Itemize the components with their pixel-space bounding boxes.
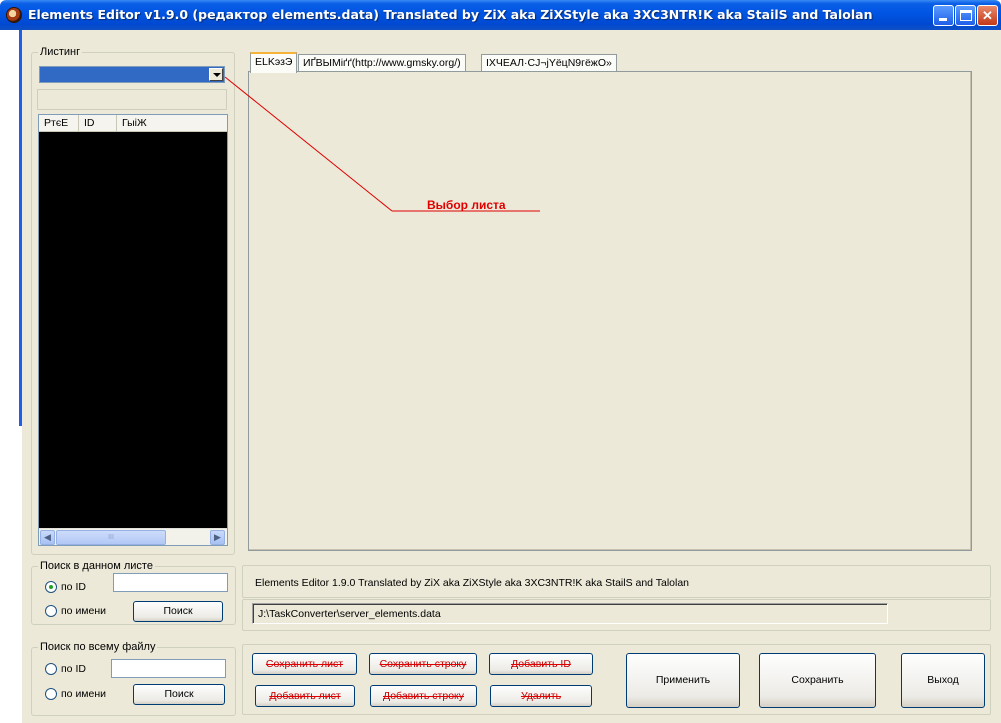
tab-panel xyxy=(248,71,972,551)
search-file-by-id-label[interactable]: по ID xyxy=(61,663,86,675)
app-icon[interactable] xyxy=(6,7,22,23)
scroll-left-icon[interactable]: ◀ xyxy=(40,530,55,545)
apply-button[interactable]: Применить xyxy=(626,653,740,708)
search-sheet-by-name-radio[interactable] xyxy=(45,605,57,617)
search-file-group: Поиск по всему файлу xyxy=(31,641,236,716)
records-list[interactable]: РтєЕ ID ГыіЖ ◀ III ▶ xyxy=(38,114,228,546)
sheet-filter-box xyxy=(37,89,227,110)
search-sheet-label: Поиск в данном листе xyxy=(38,560,155,572)
scroll-right-icon[interactable]: ▶ xyxy=(210,530,225,545)
info-status-box: Elements Editor 1.9.0 Translated by ZiX … xyxy=(242,565,991,598)
window-title: Elements Editor v1.9.0 (редактор element… xyxy=(28,7,873,22)
search-sheet-by-id-label[interactable]: по ID xyxy=(61,581,86,593)
save-sheet-label: Сохранить лист xyxy=(265,658,344,670)
add-sheet-label: Добавить лист xyxy=(269,690,341,702)
maximize-icon xyxy=(960,10,972,21)
tab-gmsky[interactable]: ИҐВЫМіґґ(http://www.gmsky.org/) xyxy=(298,54,466,72)
close-button[interactable]: ✕ xyxy=(977,5,998,26)
add-row-label: Добавить строку xyxy=(382,690,465,702)
search-file-label: Поиск по всему файлу xyxy=(38,641,158,653)
save-row-button[interactable]: Сохранить строку xyxy=(369,653,477,675)
search-sheet-by-name-label[interactable]: по имени xyxy=(61,605,106,617)
column-header-name[interactable]: ГыіЖ xyxy=(117,115,227,132)
sheet-select[interactable] xyxy=(39,66,225,83)
save-sheet-button[interactable]: Сохранить лист xyxy=(252,653,357,675)
add-id-button[interactable]: Добавить ID xyxy=(489,653,593,675)
column-header-type[interactable]: РтєЕ xyxy=(39,115,79,132)
search-sheet-id-input[interactable] xyxy=(113,573,228,592)
maximize-button[interactable] xyxy=(955,5,976,26)
scrollbar-thumb[interactable]: III xyxy=(56,530,166,545)
records-list-header: РтєЕ ID ГыіЖ xyxy=(39,115,227,132)
save-button[interactable]: Сохранить xyxy=(759,653,876,708)
search-file-by-name-label[interactable]: по имени xyxy=(61,688,106,700)
search-sheet-by-id-radio[interactable] xyxy=(45,581,57,593)
add-row-button[interactable]: Добавить строку xyxy=(370,685,477,707)
minimize-button[interactable] xyxy=(933,5,954,26)
horizontal-scrollbar[interactable]: ◀ III ▶ xyxy=(39,528,227,545)
save-row-label: Сохранить строку xyxy=(379,658,467,670)
title-bar[interactable]: Elements Editor v1.9.0 (редактор element… xyxy=(0,0,1001,30)
delete-button[interactable]: Удалить xyxy=(490,685,592,707)
tab-elements[interactable]: ELKэзЭ xyxy=(250,52,298,73)
exit-button[interactable]: Выход xyxy=(901,653,985,708)
tab-third[interactable]: ІХЧЕАЛ·СЈ¬јYёцN9гёжО» xyxy=(481,54,617,72)
search-file-id-input[interactable] xyxy=(111,659,226,678)
file-path-field: J:\TaskConverter\server_elements.data xyxy=(252,603,888,624)
search-file-by-name-radio[interactable] xyxy=(45,688,57,700)
delete-label: Удалить xyxy=(520,690,562,702)
minimize-icon xyxy=(939,18,947,21)
search-file-button[interactable]: Поиск xyxy=(133,684,225,705)
close-icon: ✕ xyxy=(982,8,993,23)
add-sheet-button[interactable]: Добавить лист xyxy=(255,685,355,707)
add-id-label: Добавить ID xyxy=(511,658,571,670)
listing-group-label: Листинг xyxy=(38,46,83,58)
search-file-by-id-radio[interactable] xyxy=(45,663,57,675)
window-left-edge xyxy=(19,30,22,426)
column-header-id[interactable]: ID xyxy=(79,115,117,132)
search-sheet-button[interactable]: Поиск xyxy=(133,601,223,622)
info-status-text: Elements Editor 1.9.0 Translated by ZiX … xyxy=(255,577,690,589)
annotation-label: Выбор листа xyxy=(427,198,506,212)
chevron-down-icon[interactable] xyxy=(209,68,223,81)
